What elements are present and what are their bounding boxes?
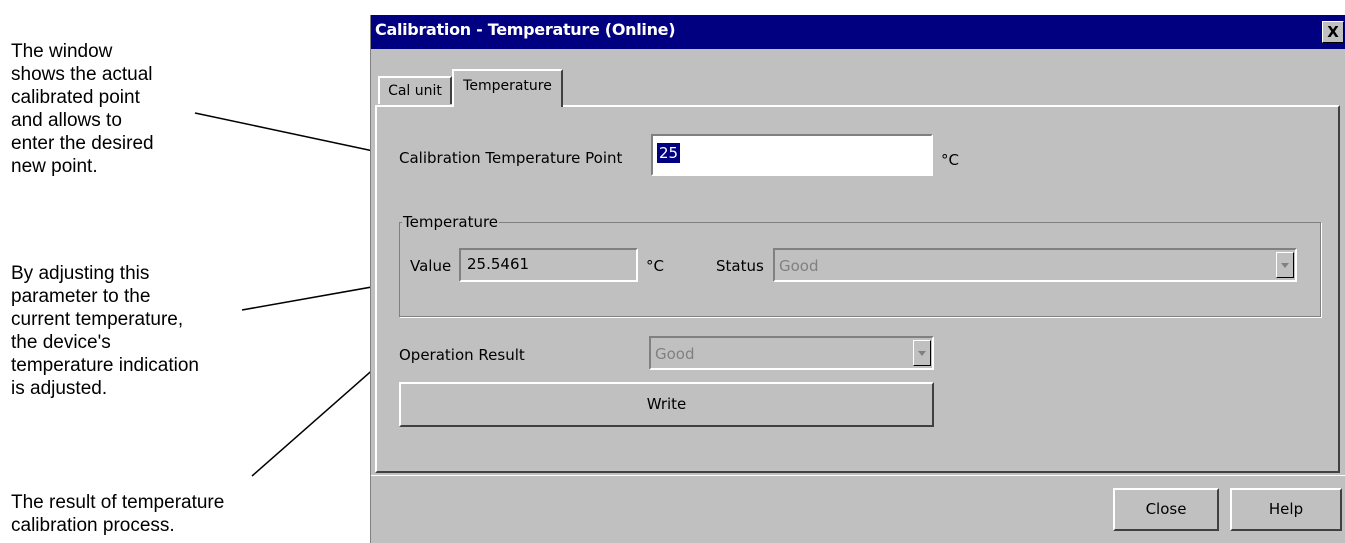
window-title: Calibration - Temperature (Online) — [375, 20, 676, 39]
operation-result-value: Good — [655, 345, 695, 363]
temperature-value-field: 25.5461 — [459, 248, 638, 282]
chevron-down-icon[interactable] — [913, 340, 931, 366]
temperature-unit: °C — [646, 257, 664, 275]
temperature-group-legend: Temperature — [402, 213, 500, 231]
close-window-button[interactable]: X — [1322, 21, 1344, 43]
active-tab-joiner — [454, 105, 561, 108]
close-icon: X — [1327, 23, 1339, 41]
temperature-value: 25.5461 — [467, 255, 530, 273]
title-bar: Calibration - Temperature (Online) X — [371, 15, 1345, 49]
footer-divider — [371, 475, 1345, 476]
help-button[interactable]: Help — [1230, 488, 1342, 531]
tab-cal-unit[interactable]: Cal unit — [378, 76, 452, 104]
tab-temperature[interactable]: Temperature — [452, 69, 563, 107]
calibration-dialog: Calibration - Temperature (Online) X Cal… — [370, 15, 1345, 543]
status-label: Status — [716, 257, 764, 275]
cal-point-input[interactable]: 25 — [651, 134, 933, 176]
operation-result-select[interactable]: Good — [649, 336, 934, 370]
close-button[interactable]: Close — [1113, 488, 1219, 531]
status-select[interactable]: Good — [773, 248, 1297, 282]
cal-point-value: 25 — [657, 143, 681, 163]
value-label: Value — [410, 257, 452, 275]
status-value: Good — [779, 257, 819, 275]
cal-point-unit: °C — [941, 151, 959, 169]
leader-line-window — [194, 112, 379, 153]
cal-point-label: Calibration Temperature Point — [399, 149, 623, 167]
chevron-down-icon[interactable] — [1276, 252, 1294, 278]
operation-result-label: Operation Result — [399, 346, 525, 364]
write-button[interactable]: Write — [399, 382, 934, 427]
